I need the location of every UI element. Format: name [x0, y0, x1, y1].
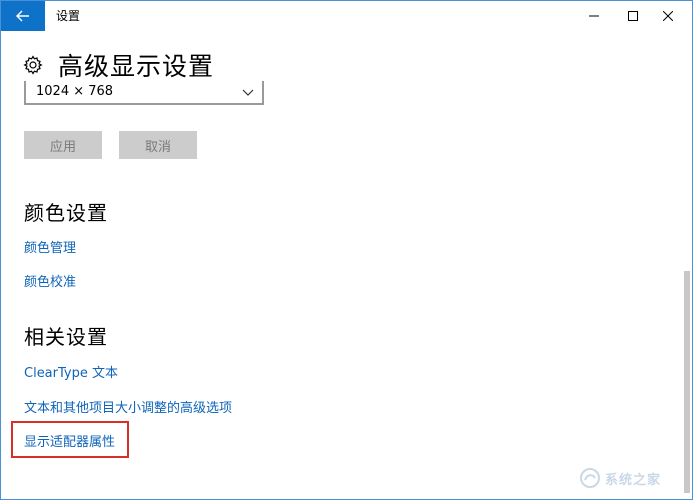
related-settings-heading: 相关设置	[24, 325, 108, 349]
app-title: 设置	[56, 9, 81, 23]
close-icon	[663, 11, 673, 21]
resolution-value: 1024 × 768	[36, 84, 114, 99]
cancel-button[interactable]: 取消	[119, 131, 197, 159]
apply-button[interactable]: 应用	[24, 131, 102, 159]
page-title: 高级显示设置	[58, 52, 215, 81]
watermark-text: 系统之家	[605, 472, 662, 488]
back-arrow-icon	[16, 10, 29, 22]
watermark: 系统之家	[579, 463, 687, 493]
color-management-link[interactable]: 颜色管理	[24, 237, 76, 256]
highlight-annotation	[11, 421, 129, 458]
scrollbar-thumb[interactable]	[684, 271, 690, 493]
close-button[interactable]	[645, 1, 691, 31]
maximize-icon	[628, 11, 638, 21]
gear-icon	[23, 55, 43, 75]
cleartype-text-link[interactable]: ClearType 文本	[24, 362, 118, 381]
color-settings-heading: 颜色设置	[24, 201, 108, 225]
minimize-icon	[589, 15, 599, 17]
color-calibration-link[interactable]: 颜色校准	[24, 271, 76, 290]
title-bar: 设置	[1, 1, 692, 31]
back-button[interactable]	[1, 1, 45, 31]
settings-window: 设置 高级显示设置 1024 × 768 应用 取消 颜色设置 颜色管理 颜色校…	[0, 0, 693, 500]
watermark-logo-icon	[580, 468, 600, 488]
advanced-text-size-link[interactable]: 文本和其他项目大小调整的高级选项	[24, 397, 232, 416]
page-header: 高级显示设置	[23, 47, 214, 83]
chevron-down-icon	[242, 89, 254, 96]
resolution-dropdown[interactable]: 1024 × 768	[24, 81, 264, 105]
scrollbar[interactable]	[682, 31, 692, 499]
